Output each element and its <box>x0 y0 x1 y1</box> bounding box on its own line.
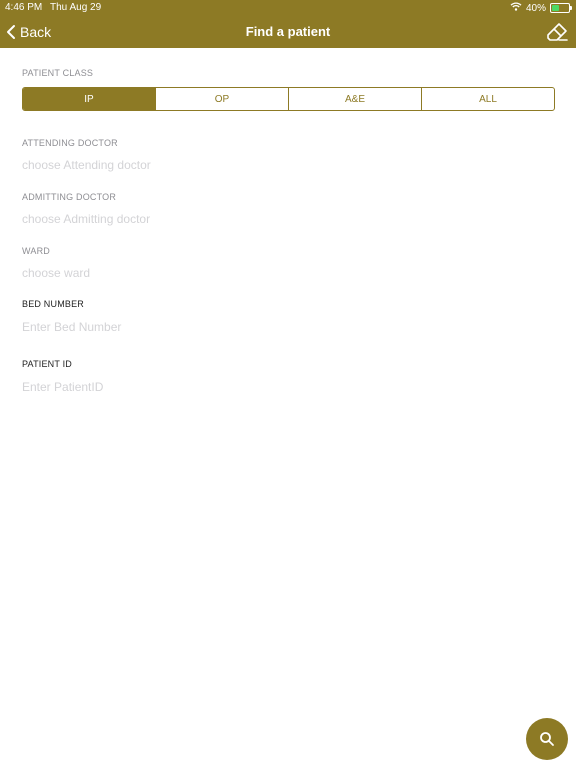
battery-icon <box>550 3 572 13</box>
patient-class-segmented-control: IP OP A&E ALL <box>22 87 555 111</box>
status-time: 4:46 PM <box>5 2 43 13</box>
search-button[interactable] <box>526 718 568 760</box>
status-date: Thu Aug 29 <box>50 2 102 13</box>
segment-ae[interactable]: A&E <box>288 88 421 110</box>
ward-picker[interactable]: choose ward <box>22 266 90 280</box>
admitting-doctor-label: ADMITTING DOCTOR <box>22 192 117 202</box>
search-icon <box>540 732 554 746</box>
battery-fill <box>552 5 560 11</box>
status-right: 40% <box>510 2 572 14</box>
status-bar: 4:46 PM Thu Aug 29 40% <box>0 0 576 16</box>
battery-percent: 40% <box>525 2 546 14</box>
bed-number-label: BED NUMBER <box>22 299 85 309</box>
page-title: Find a patient <box>245 24 331 39</box>
bed-number-input[interactable]: Enter Bed Number <box>22 320 121 334</box>
segment-all[interactable]: ALL <box>421 88 554 110</box>
attending-doctor-label: ATTENDING DOCTOR <box>22 138 118 148</box>
attending-doctor-picker[interactable]: choose Attending doctor <box>22 158 151 172</box>
admitting-doctor-picker[interactable]: choose Admitting doctor <box>22 212 150 226</box>
nav-bar: Back Find a patient <box>0 16 576 48</box>
wifi-icon <box>510 2 522 14</box>
eraser-icon[interactable] <box>546 22 568 42</box>
patient-id-label: PATIENT ID <box>22 359 73 369</box>
top-bar: 4:46 PM Thu Aug 29 40% Back Find a patie… <box>0 0 576 48</box>
patient-id-input[interactable]: Enter PatientID <box>22 380 103 394</box>
segment-op[interactable]: OP <box>155 88 288 110</box>
patient-class-label: PATIENT CLASS <box>22 68 94 78</box>
segment-ip[interactable]: IP <box>23 88 155 110</box>
ward-label: WARD <box>22 246 50 256</box>
